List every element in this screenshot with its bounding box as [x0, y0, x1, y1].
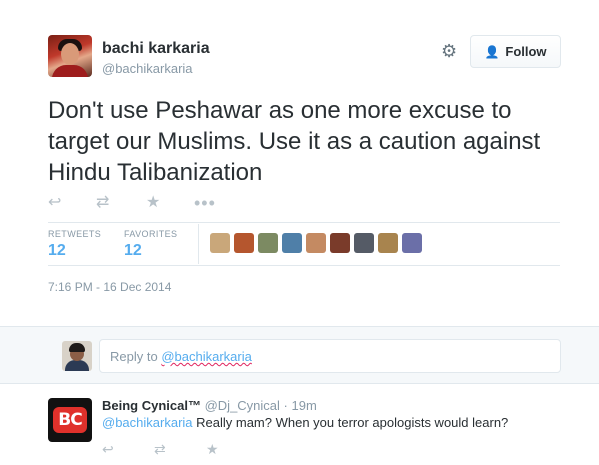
retweets-label: RETWEETS: [48, 229, 102, 239]
retweet-icon[interactable]: ⇄: [96, 195, 146, 211]
more-options-icon[interactable]: •••: [194, 194, 242, 212]
tweet-timestamp[interactable]: 7:16 PM - 16 Dec 2014: [48, 280, 171, 294]
retweets-count[interactable]: 12: [48, 242, 66, 260]
reply-author-avatar[interactable]: BC: [48, 398, 92, 442]
follow-button[interactable]: 👤 Follow: [470, 35, 561, 68]
reply-author-fullname[interactable]: Being Cynical™: [102, 398, 201, 413]
follow-button-label: Follow: [505, 44, 547, 59]
favoriter-avatar[interactable]: [330, 233, 350, 253]
reply-mention[interactable]: @bachikarkaria: [102, 415, 193, 430]
tweet-text: Don't use Peshawar as one more excuse to…: [48, 97, 541, 186]
retweet-icon[interactable]: ⇄: [154, 441, 206, 457]
reply-author-header: Being Cynical™ @Dj_Cynical · 19m: [102, 398, 317, 413]
reply-actions: ↩ ⇄ ★: [102, 441, 258, 457]
reply-author-username[interactable]: @Dj_Cynical: [205, 398, 280, 413]
bc-logo: BC: [53, 407, 87, 433]
tweet-actions: ↩ ⇄ ★ •••: [48, 194, 242, 212]
reply-input-handle: @bachikarkaria: [161, 349, 252, 364]
divider: [48, 222, 560, 223]
viewer-avatar: [62, 341, 92, 371]
gear-icon[interactable]: ⚙: [441, 42, 459, 60]
reply-text: @bachikarkaria Really mam? When you terr…: [102, 415, 508, 430]
reply-icon[interactable]: ↩: [48, 195, 96, 211]
favorite-icon[interactable]: ★: [146, 195, 194, 211]
favorite-icon[interactable]: ★: [206, 441, 258, 457]
reply-icon[interactable]: ↩: [102, 441, 154, 457]
favoriter-avatar[interactable]: [282, 233, 302, 253]
favoriter-avatar[interactable]: [258, 233, 278, 253]
reply-input[interactable]: Reply to @bachikarkaria: [99, 339, 561, 373]
favoriter-avatar[interactable]: [402, 233, 422, 253]
divider: [198, 224, 199, 264]
reply-input-prefix: Reply to: [110, 349, 162, 364]
favorites-label: FAVORITES: [124, 229, 178, 239]
favoriter-avatar[interactable]: [354, 233, 374, 253]
favoriter-avatar[interactable]: [234, 233, 254, 253]
favorites-count[interactable]: 12: [124, 242, 142, 260]
author-username[interactable]: @bachikarkaria: [102, 61, 193, 76]
favoriter-avatar[interactable]: [306, 233, 326, 253]
reply-time[interactable]: 19m: [292, 398, 317, 413]
add-user-icon: 👤: [484, 44, 500, 59]
author-avatar[interactable]: [48, 35, 92, 77]
favoriter-avatar[interactable]: [210, 233, 230, 253]
author-fullname[interactable]: bachi karkaria: [102, 40, 210, 58]
favoriter-avatar[interactable]: [378, 233, 398, 253]
reply-body: Really mam? When you terror apologists w…: [192, 415, 509, 430]
favoriter-avatars: [210, 233, 422, 253]
divider: [48, 265, 560, 266]
